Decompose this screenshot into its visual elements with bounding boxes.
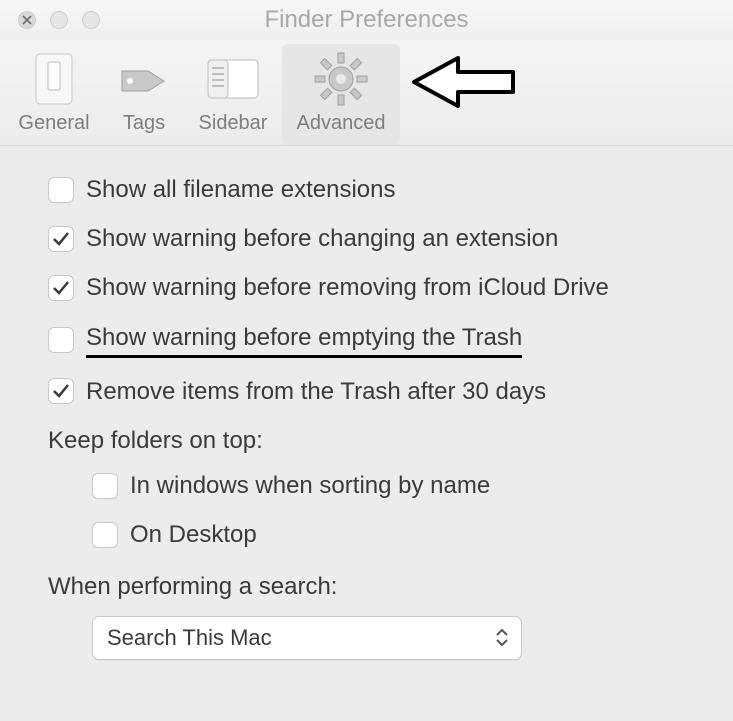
tab-advanced[interactable]: Advanced xyxy=(282,44,400,145)
option-label: In windows when sorting by name xyxy=(130,470,490,501)
option-label: Remove items from the Trash after 30 day… xyxy=(86,376,546,407)
general-icon xyxy=(30,50,78,108)
close-button[interactable] xyxy=(18,11,36,29)
traffic-lights xyxy=(0,11,100,29)
minimize-button[interactable] xyxy=(50,11,68,29)
option-warn-icloud-remove: Show warning before removing from iCloud… xyxy=(48,272,685,303)
advanced-icon xyxy=(311,50,371,108)
checkbox-warn-icloud-remove[interactable] xyxy=(48,275,74,301)
option-label: Show warning before changing an extensio… xyxy=(86,223,558,254)
titlebar: Finder Preferences xyxy=(0,0,733,40)
tab-label: General xyxy=(18,112,89,135)
option-label: Show all filename extensions xyxy=(86,174,396,205)
option-warn-empty-trash: Show warning before emptying the Trash xyxy=(48,322,685,358)
tab-label: Sidebar xyxy=(199,112,268,135)
chevron-up-down-icon xyxy=(495,628,509,647)
search-label: When performing a search: xyxy=(48,571,685,602)
checkbox-show-extensions[interactable] xyxy=(48,177,74,203)
folders-on-top-label: Keep folders on top: xyxy=(48,425,685,456)
option-folders-in-windows: In windows when sorting by name xyxy=(48,470,685,501)
preferences-window: Finder Preferences General Tags xyxy=(0,0,733,721)
tags-icon xyxy=(114,50,174,108)
tab-label: Tags xyxy=(123,112,165,135)
checkbox-auto-remove-trash[interactable] xyxy=(48,378,74,404)
checkbox-folders-on-desktop[interactable] xyxy=(92,522,118,548)
sidebar-icon xyxy=(204,50,262,108)
tab-tags[interactable]: Tags xyxy=(104,44,184,145)
annotation-arrow-icon xyxy=(408,52,518,117)
checkbox-folders-in-windows[interactable] xyxy=(92,473,118,499)
zoom-button[interactable] xyxy=(82,11,100,29)
select-value: Search This Mac xyxy=(107,625,495,651)
checkbox-warn-empty-trash[interactable] xyxy=(48,327,74,353)
option-warn-change-ext: Show warning before changing an extensio… xyxy=(48,223,685,254)
search-scope-select[interactable]: Search This Mac xyxy=(92,616,522,660)
option-label: Show warning before removing from iCloud… xyxy=(86,272,609,303)
content-pane: Show all filename extensions Show warnin… xyxy=(0,146,733,721)
option-folders-on-desktop: On Desktop xyxy=(48,519,685,550)
toolbar: General Tags S xyxy=(0,40,733,146)
tab-general[interactable]: General xyxy=(6,44,102,145)
option-auto-remove-trash: Remove items from the Trash after 30 day… xyxy=(48,376,685,407)
window-title: Finder Preferences xyxy=(0,6,733,34)
option-show-extensions: Show all filename extensions xyxy=(48,174,685,205)
tab-label: Advanced xyxy=(297,112,386,135)
option-label: On Desktop xyxy=(130,519,257,550)
option-label: Show warning before emptying the Trash xyxy=(86,322,522,358)
checkbox-warn-change-ext[interactable] xyxy=(48,226,74,252)
tab-sidebar[interactable]: Sidebar xyxy=(186,44,280,145)
